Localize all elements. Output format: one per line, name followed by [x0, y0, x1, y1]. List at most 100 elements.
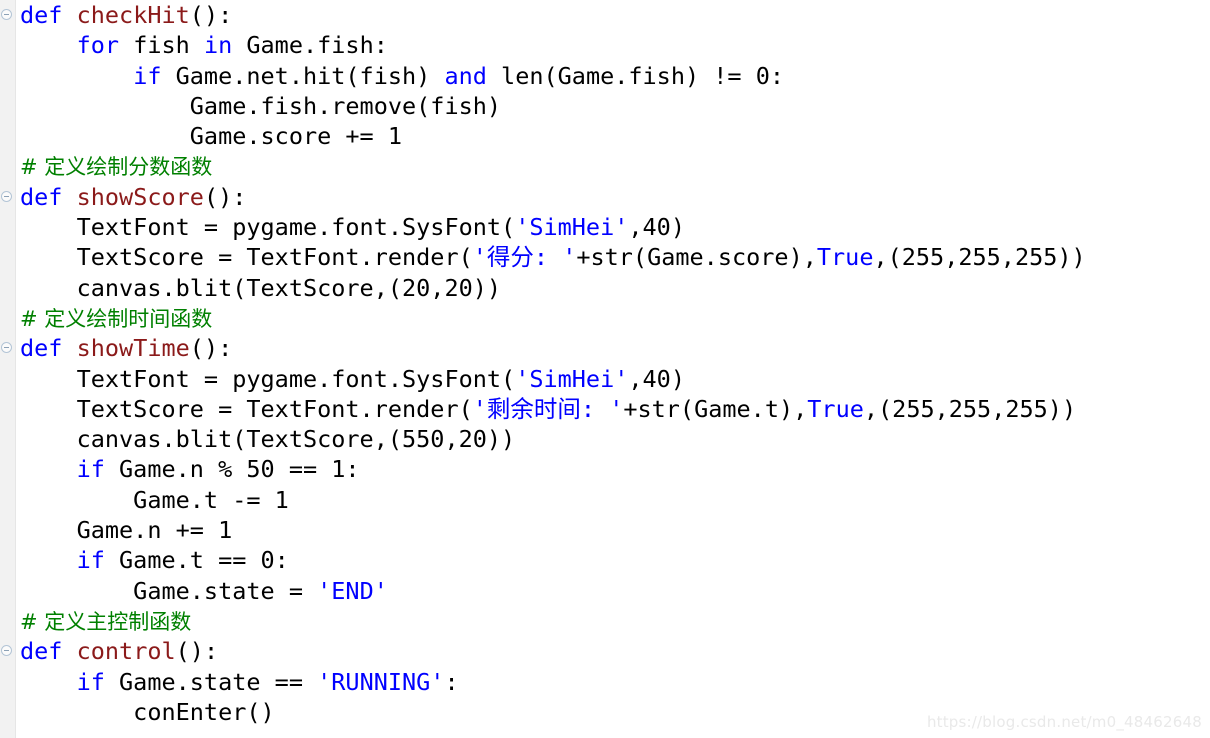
code-line[interactable]: def control(): [0, 636, 1210, 666]
code-token: TextScore = TextFont.render( [20, 243, 473, 272]
code-token: # 定义绘制分数函数 [20, 155, 213, 180]
code-token: def [20, 1, 63, 29]
code-line[interactable]: canvas.blit(TextScore,(550,20)) [0, 424, 1210, 454]
code-token: Game.n % 50 == 1: [104, 455, 360, 484]
code-token: def [20, 182, 63, 211]
code-token: if [76, 455, 105, 484]
code-token: def [20, 334, 63, 363]
code-line-text: TextFont = pygame.font.SysFont('SimHei',… [20, 212, 685, 242]
fold-collapse-icon[interactable] [1, 190, 12, 202]
code-line-text: def showScore(): [20, 182, 246, 212]
code-line[interactable]: if Game.state == 'RUNNING': [0, 667, 1210, 697]
code-token: for [76, 31, 120, 60]
code-line[interactable]: Game.t -= 1 [0, 485, 1210, 515]
code-line[interactable]: Game.state = 'END' [0, 576, 1210, 606]
code-line[interactable]: Game.score += 1 [0, 121, 1210, 151]
code-line[interactable]: # 定义绘制分数函数 [0, 151, 1210, 181]
code-token: checkHit [76, 1, 190, 29]
code-line[interactable]: TextScore = TextFont.render('剩余时间: '+str… [0, 394, 1210, 424]
code-line-text: TextScore = TextFont.render('得分: '+str(G… [20, 242, 1086, 272]
code-line-text: conEnter() [20, 697, 275, 727]
code-token: Game.state = [20, 576, 318, 605]
code-token: Game.t -= 1 [20, 485, 289, 514]
code-token: TextFont = pygame.font.SysFont( [20, 213, 516, 242]
code-line[interactable]: TextFont = pygame.font.SysFont('SimHei',… [0, 364, 1210, 394]
code-token: ,(255,255,255)) [873, 243, 1086, 272]
code-line-text: if Game.state == 'RUNNING': [20, 667, 459, 697]
code-line[interactable]: # 定义绘制时间函数 [0, 303, 1210, 333]
code-token: '得分: ' [472, 243, 577, 272]
code-token: in [203, 31, 233, 60]
code-token: : [444, 667, 459, 696]
code-token: len(Game.fish) != 0: [486, 61, 785, 90]
code-token: showScore [76, 182, 204, 211]
code-line[interactable]: TextScore = TextFont.render('得分: '+str(G… [0, 242, 1210, 272]
code-line[interactable]: for fish in Game.fish: [0, 30, 1210, 60]
code-token: if [133, 61, 162, 90]
code-token: canvas.blit(TextScore,(550,20)) [20, 425, 516, 454]
code-token: 'END' [317, 576, 388, 605]
code-line-text: canvas.blit(TextScore,(550,20)) [20, 424, 516, 454]
code-editor-content[interactable]: def checkHit(): for fish in Game.fish: i… [0, 0, 1210, 738]
code-token: if [76, 667, 105, 696]
code-line-text: Game.t -= 1 [20, 485, 289, 515]
code-line-text: def checkHit(): [20, 0, 232, 30]
code-token: showTime [76, 334, 190, 363]
code-token: (): [203, 182, 247, 211]
code-token: # 定义绘制时间函数 [20, 306, 213, 331]
code-line-text: # 定义绘制分数函数 [20, 151, 212, 182]
fold-collapse-icon[interactable] [1, 342, 12, 354]
watermark-text: https://blog.csdn.net/m0_48462648 [926, 713, 1202, 731]
code-token: +str(Game.score), [576, 243, 817, 272]
code-line[interactable]: # 定义主控制函数 [0, 606, 1210, 636]
code-line-text: def showTime(): [20, 333, 232, 363]
code-token: Game.fish: [232, 31, 388, 60]
code-line[interactable]: Game.n += 1 [0, 515, 1210, 545]
code-token: '剩余时间: ' [472, 394, 624, 423]
code-line[interactable]: if Game.net.hit(fish) and len(Game.fish)… [0, 61, 1210, 91]
code-token: TextFont = pygame.font.SysFont( [20, 364, 516, 393]
code-token: # 定义主控制函数 [20, 609, 192, 634]
code-line-text: TextFont = pygame.font.SysFont('SimHei',… [20, 364, 685, 394]
code-token: if [76, 546, 105, 575]
code-line-text: def control(): [20, 636, 218, 666]
code-line-text: TextScore = TextFont.render('剩余时间: '+str… [20, 394, 1077, 424]
code-line[interactable]: def checkHit(): [0, 0, 1210, 30]
code-token: canvas.blit(TextScore,(20,20)) [20, 273, 502, 302]
code-line[interactable]: Game.fish.remove(fish) [0, 91, 1210, 121]
code-screenshot: def checkHit(): for fish in Game.fish: i… [0, 0, 1210, 738]
code-line-text: # 定义主控制函数 [20, 606, 191, 637]
code-token: and [444, 61, 487, 90]
code-token: control [76, 637, 176, 666]
code-token: Game.t == 0: [104, 546, 289, 575]
code-line-text: # 定义绘制时间函数 [20, 303, 212, 334]
code-line[interactable]: canvas.blit(TextScore,(20,20)) [0, 273, 1210, 303]
code-token: True [816, 243, 874, 272]
code-line[interactable]: if Game.n % 50 == 1: [0, 454, 1210, 484]
code-line-text: canvas.blit(TextScore,(20,20)) [20, 273, 501, 303]
code-line[interactable]: if Game.t == 0: [0, 545, 1210, 575]
code-token: Game.n += 1 [20, 516, 233, 545]
code-token: conEnter() [20, 697, 275, 726]
fold-collapse-icon[interactable] [1, 645, 12, 657]
code-token: def [20, 637, 63, 666]
fold-collapse-icon[interactable] [1, 9, 12, 20]
code-line[interactable]: def showTime(): [0, 333, 1210, 363]
code-token: (): [189, 334, 233, 363]
code-line[interactable]: TextFont = pygame.font.SysFont('SimHei',… [0, 212, 1210, 242]
code-line-text: if Game.net.hit(fish) and len(Game.fish)… [20, 61, 784, 91]
code-token: True [807, 394, 864, 423]
code-token: ,40) [628, 364, 685, 393]
code-line[interactable]: def showScore(): [0, 182, 1210, 212]
code-token: 'SimHei' [515, 364, 629, 393]
code-token: fish [119, 31, 204, 60]
code-line-text: if Game.n % 50 == 1: [20, 454, 360, 484]
